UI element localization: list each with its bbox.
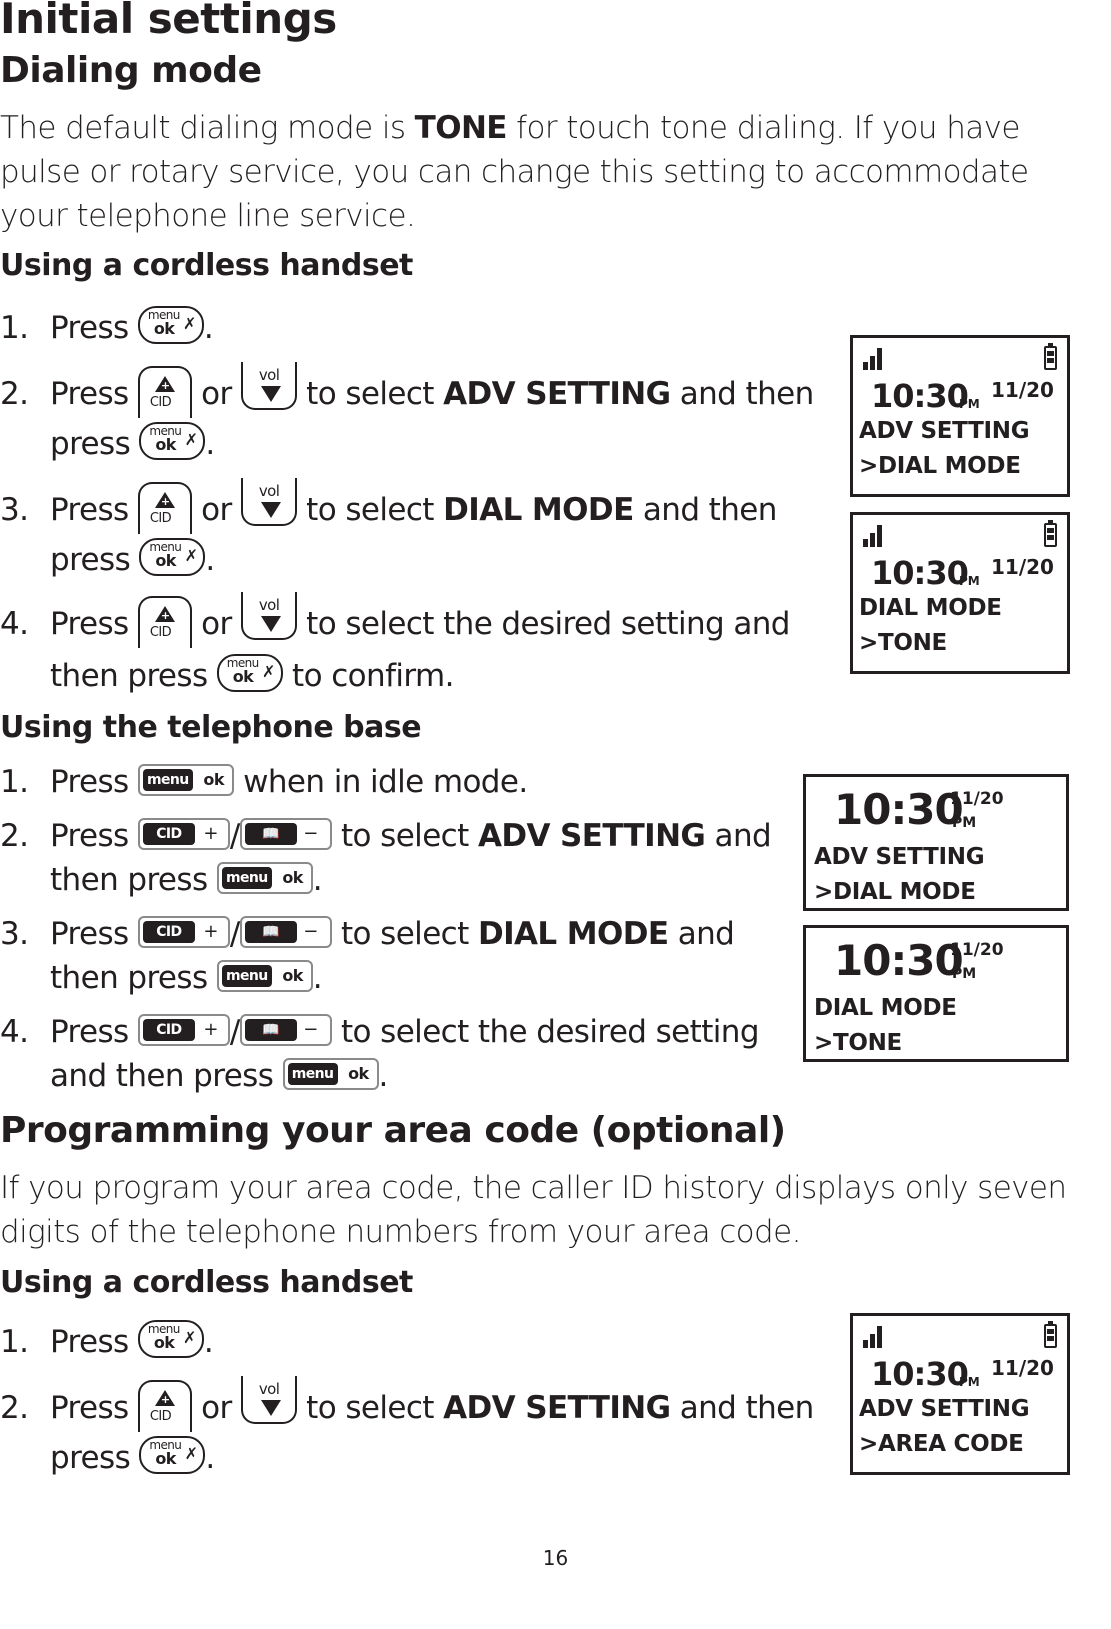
- mute-icon: ✗: [184, 429, 198, 449]
- base-cid-plus-key-icon: CID +: [137, 915, 230, 948]
- battery-icon: [1044, 520, 1057, 547]
- base-cid-plus-key-icon: CID +: [137, 817, 230, 850]
- menu-ok-key-icon: menu ok ✗: [216, 653, 283, 692]
- vol-down-key-icon: vol: [240, 477, 297, 526]
- page-number: 16: [542, 1546, 569, 1570]
- subheading-cordless-handset: Using a cordless handset: [0, 1265, 413, 1300]
- cid-up-key-icon: + CID: [137, 481, 192, 534]
- vol-down-key-icon: vol: [240, 361, 297, 410]
- page-title: Initial settings: [0, 0, 337, 43]
- vol-down-key-icon: vol: [240, 591, 297, 640]
- menu-ok-key-icon: menu ok ✗: [137, 305, 204, 344]
- base-steps-list: 1. Press menu ok when in idle mode. 2. Pr…: [0, 763, 772, 1094]
- book-icon: 📖: [244, 1018, 297, 1041]
- subheading-telephone-base: Using the telephone base: [0, 710, 422, 745]
- signal-icon: [863, 348, 883, 370]
- dialing-mode-intro: The default dialing mode is TONE for tou…: [0, 110, 1029, 234]
- cid-up-key-icon: + CID: [137, 595, 192, 648]
- menu-ok-key-icon: menu ok ✗: [137, 1319, 204, 1358]
- mute-icon: ✗: [184, 545, 198, 565]
- subheading-cordless-handset: Using a cordless handset: [0, 248, 413, 283]
- battery-icon: [1044, 343, 1057, 370]
- section-heading-dialing-mode: Dialing mode: [0, 50, 262, 91]
- vol-down-key-icon: vol: [240, 1375, 297, 1424]
- mute-icon: ✗: [183, 1327, 196, 1347]
- area-code-intro: If you program your area code, the calle…: [0, 1170, 1067, 1250]
- cid-up-key-icon: + CID: [137, 365, 192, 418]
- book-icon: 📖: [244, 822, 297, 845]
- handset-screen: 10:30 PM 11/20 DIAL MODE >TONE: [850, 512, 1070, 674]
- handset-steps-list: 1. Press menu ok ✗. 2. Press + CID or vol t…: [0, 305, 814, 694]
- base-menu-ok-key-icon: menu ok: [216, 959, 313, 992]
- battery-icon: [1044, 1321, 1057, 1348]
- mute-icon: ✗: [183, 313, 196, 333]
- signal-icon: [863, 525, 883, 547]
- base-phonebook-minus-key-icon: 📖 −: [239, 1013, 332, 1046]
- mute-icon: ✗: [261, 661, 275, 681]
- book-icon: 📖: [244, 920, 297, 943]
- menu-ok-key-icon: menu ok ✗: [139, 537, 206, 576]
- tone-bold: TONE: [414, 110, 508, 146]
- section-heading-area-code: Programming your area code (optional): [0, 1110, 786, 1151]
- signal-icon: [863, 1326, 883, 1348]
- base-menu-ok-key-icon: menu ok: [137, 763, 234, 796]
- menu-ok-key-icon: menu ok ✗: [139, 421, 206, 460]
- menu-ok-key-icon: menu ok ✗: [139, 1435, 206, 1474]
- base-screen: 10:30 11/20 PM ADV SETTING >DIAL MODE: [803, 774, 1069, 911]
- handset-screen: 10:30 PM 11/20 ADV SETTING >DIAL MODE: [850, 335, 1070, 497]
- base-menu-ok-key-icon: menu ok: [216, 861, 313, 894]
- area-code-steps-list: 1. Press menu ok ✗. 2. Press + CID or vol t…: [0, 1319, 814, 1476]
- mute-icon: ✗: [184, 1443, 198, 1463]
- base-menu-ok-key-icon: menu ok: [282, 1057, 379, 1090]
- base-phonebook-minus-key-icon: 📖 −: [239, 817, 332, 850]
- base-cid-plus-key-icon: CID +: [137, 1013, 230, 1046]
- base-phonebook-minus-key-icon: 📖 −: [239, 915, 332, 948]
- cid-up-key-icon: + CID: [137, 1379, 192, 1432]
- handset-screen: 10:30 PM 11/20 ADV SETTING >AREA CODE: [850, 1313, 1070, 1475]
- base-screen: 10:30 11/20 PM DIAL MODE >TONE: [803, 925, 1069, 1062]
